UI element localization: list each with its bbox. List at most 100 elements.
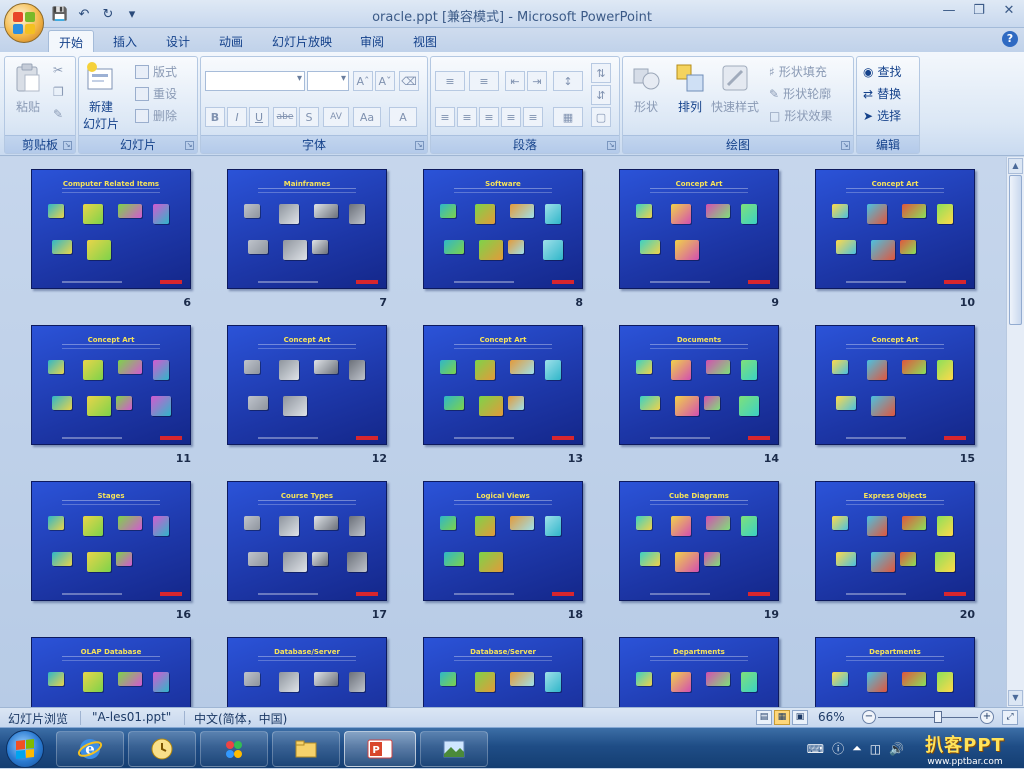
shape-outline-button[interactable]: ✎ 形状轮廓 <box>769 85 831 102</box>
start-button[interactable] <box>6 730 44 768</box>
layout-button[interactable]: 版式 <box>135 63 177 80</box>
font-size-combo[interactable] <box>307 71 349 91</box>
taskbar-powerpoint[interactable]: P <box>344 731 416 767</box>
office-button[interactable] <box>4 3 44 43</box>
increase-indent-icon[interactable]: ⇥ <box>527 71 547 91</box>
taskbar-ie[interactable]: e <box>56 731 124 767</box>
fit-window-icon[interactable]: ⤢ <box>1002 710 1018 725</box>
slide-thumbnail[interactable]: Mainframes <box>227 169 387 289</box>
slide-thumbnail[interactable]: Logical Views <box>423 481 583 601</box>
expand-icon[interactable]: ↘ <box>607 141 616 150</box>
smartart-icon[interactable]: ▢ <box>591 107 611 127</box>
close-button[interactable]: ✕ <box>994 0 1024 20</box>
underline-button[interactable]: U <box>249 107 269 127</box>
zoom-slider[interactable] <box>934 711 942 723</box>
slideshow-view-icon[interactable]: ▣ <box>792 710 808 725</box>
language-label[interactable]: 中文(简体，中国) <box>194 710 287 727</box>
help-icon[interactable]: ? <box>1002 31 1018 47</box>
align-text-icon[interactable]: ⇵ <box>591 85 611 105</box>
vertical-scrollbar[interactable]: ▲ ▼ <box>1006 157 1024 707</box>
decrease-indent-icon[interactable]: ⇤ <box>505 71 525 91</box>
zoom-in-icon[interactable]: + <box>980 710 994 724</box>
tab-review[interactable]: 审阅 <box>350 30 394 52</box>
slide-sorter-view-icon[interactable]: ▦ <box>774 710 790 725</box>
slide-thumbnail[interactable]: OLAP Database <box>31 637 191 707</box>
taskbar-outlook[interactable] <box>128 731 196 767</box>
change-case-button[interactable]: Aa <box>353 107 381 127</box>
slide-thumbnail[interactable]: Cube Diagrams <box>619 481 779 601</box>
char-spacing-button[interactable]: AV <box>323 107 349 127</box>
arrange-button[interactable]: 排列 <box>673 61 707 115</box>
expand-icon[interactable]: ↘ <box>415 141 424 150</box>
align-left-icon[interactable]: ≡ <box>435 107 455 127</box>
slide-thumbnail[interactable]: Stages <box>31 481 191 601</box>
slide-thumbnail[interactable]: Departments <box>815 637 975 707</box>
copy-icon[interactable]: ❐ <box>53 85 64 99</box>
tab-animation[interactable]: 动画 <box>209 30 253 52</box>
arrow-tray-icon[interactable]: ⏶ <box>852 741 862 756</box>
cut-icon[interactable]: ✂ <box>53 63 63 77</box>
help-tray-icon[interactable]: ⓘ <box>832 740 844 757</box>
zoom-out-icon[interactable]: − <box>862 710 876 724</box>
font-name-combo[interactable] <box>205 71 305 91</box>
slide-thumbnail[interactable]: Documents <box>619 325 779 445</box>
expand-icon[interactable]: ↘ <box>63 141 72 150</box>
delete-button[interactable]: 删除 <box>135 107 177 124</box>
expand-icon[interactable]: ↘ <box>185 141 194 150</box>
slide-thumbnail[interactable]: Concept Art <box>227 325 387 445</box>
minimize-button[interactable]: — <box>934 0 964 20</box>
taskbar-explorer[interactable] <box>272 731 340 767</box>
bullets-icon[interactable]: ≡ <box>435 71 465 91</box>
font-color-button[interactable]: A <box>389 107 417 127</box>
scroll-up-icon[interactable]: ▲ <box>1008 158 1023 174</box>
zoom-level[interactable]: 66% <box>818 710 845 724</box>
slide-thumbnail[interactable]: Concept Art <box>815 325 975 445</box>
taskbar-image-viewer[interactable] <box>420 731 488 767</box>
shape-fill-button[interactable]: ♯ 形状填充 <box>769 63 827 80</box>
expand-icon[interactable]: ↘ <box>841 141 850 150</box>
slide-thumbnail[interactable]: Database/Server <box>227 637 387 707</box>
align-center-icon[interactable]: ≡ <box>457 107 477 127</box>
slide-thumbnail[interactable]: Express Objects <box>815 481 975 601</box>
numbering-icon[interactable]: ≡ <box>469 71 499 91</box>
slide-thumbnail[interactable]: Departments <box>619 637 779 707</box>
tab-view[interactable]: 视图 <box>403 30 447 52</box>
text-direction-icon[interactable]: ⇅ <box>591 63 611 83</box>
clear-format-icon[interactable]: ⌫ <box>399 71 419 91</box>
slide-thumbnail[interactable]: Concept Art <box>423 325 583 445</box>
align-right-icon[interactable]: ≡ <box>479 107 499 127</box>
new-slide-button[interactable]: 新建 幻灯片 <box>83 61 119 132</box>
network-icon[interactable]: ◫ <box>870 742 881 756</box>
scroll-down-icon[interactable]: ▼ <box>1008 690 1023 706</box>
zoom-track[interactable] <box>878 717 978 718</box>
line-spacing-icon[interactable]: ↕ <box>553 71 583 91</box>
strikethrough-button[interactable]: abe <box>273 107 297 127</box>
format-painter-icon[interactable]: ✎ <box>53 107 63 121</box>
replace-button[interactable]: ⇄ 替换 <box>863 85 901 102</box>
tab-slideshow[interactable]: 幻灯片放映 <box>262 30 342 52</box>
bold-button[interactable]: B <box>205 107 225 127</box>
shadow-button[interactable]: S <box>299 107 319 127</box>
grow-font-icon[interactable]: Aˆ <box>353 71 373 91</box>
volume-icon[interactable]: 🔊 <box>889 742 904 756</box>
shrink-font-icon[interactable]: Aˇ <box>375 71 395 91</box>
taskbar-messenger[interactable] <box>200 731 268 767</box>
paste-button[interactable]: 粘贴 <box>11 61 45 115</box>
slide-thumbnail[interactable]: Database/Server <box>423 637 583 707</box>
normal-view-icon[interactable]: ▤ <box>756 710 772 725</box>
shapes-button[interactable]: 形状 <box>629 61 663 115</box>
italic-button[interactable]: I <box>227 107 247 127</box>
justify-icon[interactable]: ≡ <box>501 107 521 127</box>
slide-thumbnail[interactable]: Software <box>423 169 583 289</box>
tab-insert[interactable]: 插入 <box>103 30 147 52</box>
find-button[interactable]: ◉ 查找 <box>863 63 902 80</box>
distribute-icon[interactable]: ≡ <box>523 107 543 127</box>
reset-button[interactable]: 重设 <box>135 85 177 102</box>
keyboard-icon[interactable]: ⌨ <box>807 742 824 756</box>
tab-home[interactable]: 开始 <box>48 30 95 52</box>
slide-thumbnail[interactable]: Concept Art <box>619 169 779 289</box>
select-button[interactable]: ➤ 选择 <box>863 107 901 124</box>
columns-icon[interactable]: ▦ <box>553 107 583 127</box>
slide-thumbnail[interactable]: Computer Related Items <box>31 169 191 289</box>
slide-thumbnail[interactable]: Course Types <box>227 481 387 601</box>
